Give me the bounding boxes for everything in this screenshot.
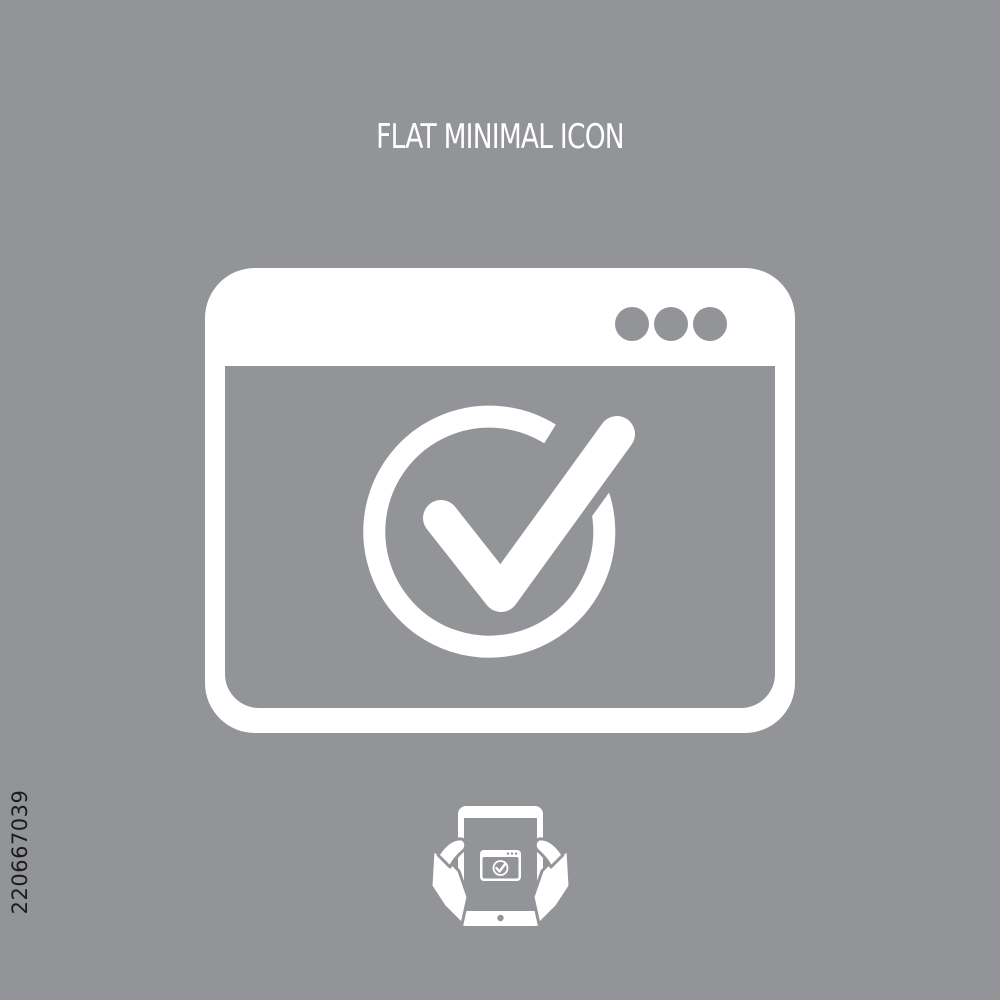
- page-title: FLAT MINIMAL ICON: [376, 117, 625, 157]
- window-frame: [205, 268, 795, 733]
- stock-id-text: 220667039: [8, 789, 32, 915]
- stock-id: 220667039: [7, 760, 33, 945]
- tablet-in-hands-icon: [429, 806, 572, 926]
- browser-window-checkmark-icon: [205, 268, 795, 733]
- mini-browser-check-icon: [480, 850, 521, 881]
